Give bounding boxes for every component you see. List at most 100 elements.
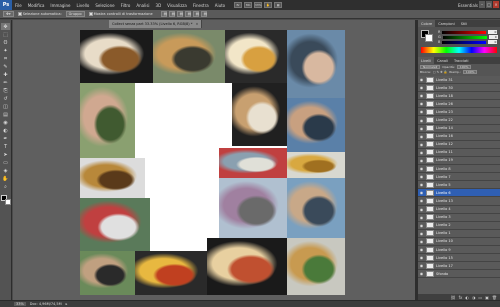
layer-row[interactable]: ◉ Livello 11 <box>418 149 500 157</box>
layer-row[interactable]: ◉ Livello 1 <box>418 230 500 238</box>
menu-item-livello[interactable]: Livello <box>74 3 93 8</box>
layer-row[interactable]: ◉ Livello 3 <box>418 214 500 222</box>
eye-icon[interactable]: ◉ <box>419 150 424 155</box>
opacity-input[interactable]: 100% <box>456 65 472 69</box>
eye-icon[interactable]: ◉ <box>419 247 424 252</box>
tab-styles[interactable]: Stili <box>458 20 471 27</box>
brush-icon[interactable]: ✏ <box>1 79 10 86</box>
bridge-button[interactable]: Br <box>234 2 243 8</box>
photo-fries-box[interactable] <box>225 30 287 83</box>
lock-icons[interactable]: ▢ ✎ ✥ 🔒 <box>433 70 447 74</box>
photo-man-eating-outdoors[interactable] <box>287 30 345 98</box>
layer-row[interactable]: ◉ Livello 23 <box>418 108 500 117</box>
tab-swatches[interactable]: Campioni <box>435 20 458 27</box>
layer-row[interactable]: ◉ Livello 19 <box>418 157 500 166</box>
layer-row[interactable]: ◉ Livello 31 <box>418 76 500 85</box>
healing-icon[interactable]: ✚ <box>1 71 10 78</box>
color-slider-r[interactable]: R0 <box>438 30 498 34</box>
shape-icon[interactable]: ▭ <box>1 159 10 166</box>
eye-icon[interactable]: ◉ <box>419 93 424 98</box>
layer-row[interactable]: ◉ Livello 16 <box>418 133 500 141</box>
eye-icon[interactable]: ◉ <box>419 215 424 220</box>
layer-row[interactable]: ◉ Livello 4 <box>418 206 500 214</box>
eye-icon[interactable]: ◉ <box>419 174 424 179</box>
gradient-icon[interactable]: ▤ <box>1 111 10 118</box>
tab-paths[interactable]: Tracciati <box>451 57 472 64</box>
layer-row[interactable]: ◉ Livello 18 <box>418 92 500 101</box>
color-slider-b[interactable]: B0 <box>438 40 498 44</box>
eye-icon[interactable]: ◉ <box>419 109 424 114</box>
eye-icon[interactable]: ◉ <box>419 77 424 82</box>
status-arrow-icon[interactable]: ▸ <box>66 302 68 306</box>
magic-wand-icon[interactable]: ✦ <box>1 47 10 54</box>
menu-item-3d[interactable]: 3D <box>153 3 165 8</box>
eyedropper-icon[interactable]: ✎ <box>1 63 10 70</box>
slider-track[interactable] <box>442 30 487 34</box>
slider-track[interactable] <box>442 40 487 44</box>
menu-item-finestra[interactable]: Finestra <box>190 3 212 8</box>
menu-item-visualizza[interactable]: Visualizza <box>164 3 190 8</box>
menu-item-selezione[interactable]: Selezione <box>92 3 117 8</box>
link-icon[interactable]: ⛓ <box>451 295 456 300</box>
new-layer-icon[interactable]: ▣ <box>485 295 489 300</box>
hand-menu-icon[interactable]: ✋ <box>264 2 273 8</box>
menu-item-filtro[interactable]: Filtro <box>118 3 134 8</box>
align-bottom-icon[interactable]: ▤ <box>176 11 183 17</box>
photo-pizza-slices-plate[interactable] <box>207 238 287 295</box>
align-right-icon[interactable]: ▤ <box>200 11 207 17</box>
path-select-icon[interactable]: ➤ <box>1 151 10 158</box>
type-icon[interactable]: T <box>1 143 10 150</box>
layer-row[interactable]: ◉ Livello 10 <box>418 238 500 246</box>
trash-icon[interactable]: 🗑 <box>492 295 497 300</box>
fx-icon[interactable]: fx <box>459 295 463 300</box>
canvas[interactable] <box>80 30 345 295</box>
zoom-level-select[interactable]: 33% <box>254 2 263 8</box>
photo-man-eating-sitting[interactable] <box>287 178 345 238</box>
blur-icon[interactable]: ◉ <box>1 119 10 126</box>
photo-kiosk-street-view[interactable] <box>219 148 287 178</box>
photo-green-burger[interactable] <box>287 238 345 295</box>
eye-icon[interactable]: ◉ <box>419 239 424 244</box>
layer-row[interactable]: ◉ Livello 14 <box>418 125 500 133</box>
photo-chinese-takeout[interactable] <box>80 30 153 83</box>
eye-icon[interactable]: ◉ <box>419 158 424 163</box>
minimize-button[interactable]: – <box>479 1 485 8</box>
color-slider-g[interactable]: G0 <box>438 35 498 39</box>
maximize-button[interactable]: □ <box>486 1 492 8</box>
layer-row[interactable]: ◉ Livello 13 <box>418 197 500 206</box>
move-icon[interactable]: ✥ <box>1 23 10 30</box>
crop-icon[interactable]: ⌗ <box>1 55 10 62</box>
photo-bakery-display[interactable] <box>135 251 207 295</box>
menu-item-file[interactable]: File <box>12 3 25 8</box>
eye-icon[interactable]: ◉ <box>419 255 424 260</box>
background-color-swatch[interactable] <box>425 34 433 42</box>
blend-mode-select[interactable]: Normale ▾ <box>420 65 441 69</box>
menu-item-aiuto[interactable]: Aiuto <box>212 3 228 8</box>
photo-food-stand-counter[interactable] <box>219 178 287 238</box>
layer-row[interactable]: ◉ Livello 7 <box>418 173 500 182</box>
align-left-icon[interactable]: ▤ <box>184 11 191 17</box>
eye-icon[interactable]: ◉ <box>419 166 424 171</box>
eye-icon[interactable]: ◉ <box>419 263 424 268</box>
status-zoom[interactable]: 33% <box>14 302 26 306</box>
eye-icon[interactable]: ◉ <box>419 271 424 276</box>
photo-street-kiosk[interactable] <box>80 198 150 251</box>
dodge-icon[interactable]: ◐ <box>1 127 10 134</box>
adjustment-icon[interactable]: ◑ <box>472 295 476 300</box>
eraser-icon[interactable]: ◫ <box>1 103 10 110</box>
color-spectrum[interactable] <box>421 47 497 53</box>
layer-row[interactable]: ◉ Livello 6 <box>418 189 500 198</box>
eye-icon[interactable]: ◉ <box>419 142 424 147</box>
3d-icon[interactable]: ◈ <box>1 167 10 174</box>
layer-row[interactable]: ◉ Livello 12 <box>418 141 500 149</box>
menu-item-analisi[interactable]: Analisi <box>133 3 152 8</box>
layer-row[interactable]: ◉ Livello 5 <box>418 181 500 190</box>
eye-icon[interactable]: ◉ <box>419 190 424 195</box>
eye-icon[interactable]: ◉ <box>419 182 424 187</box>
align-top-icon[interactable]: ▤ <box>160 11 167 17</box>
photo-hotdog-closeup[interactable] <box>232 83 287 146</box>
slider-value-input[interactable]: 0 <box>488 35 498 39</box>
pen-icon[interactable]: ✒ <box>1 135 10 142</box>
color-swatches[interactable] <box>0 195 11 205</box>
folder-icon[interactable]: ▭ <box>478 295 482 300</box>
